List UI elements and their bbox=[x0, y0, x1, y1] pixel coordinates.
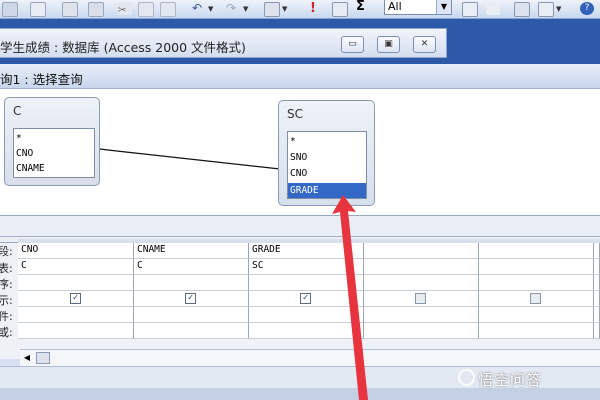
watermark-logo-icon bbox=[458, 369, 475, 386]
watermark-text: 悟空问答 bbox=[478, 371, 543, 389]
annotation-arrow bbox=[332, 195, 368, 400]
